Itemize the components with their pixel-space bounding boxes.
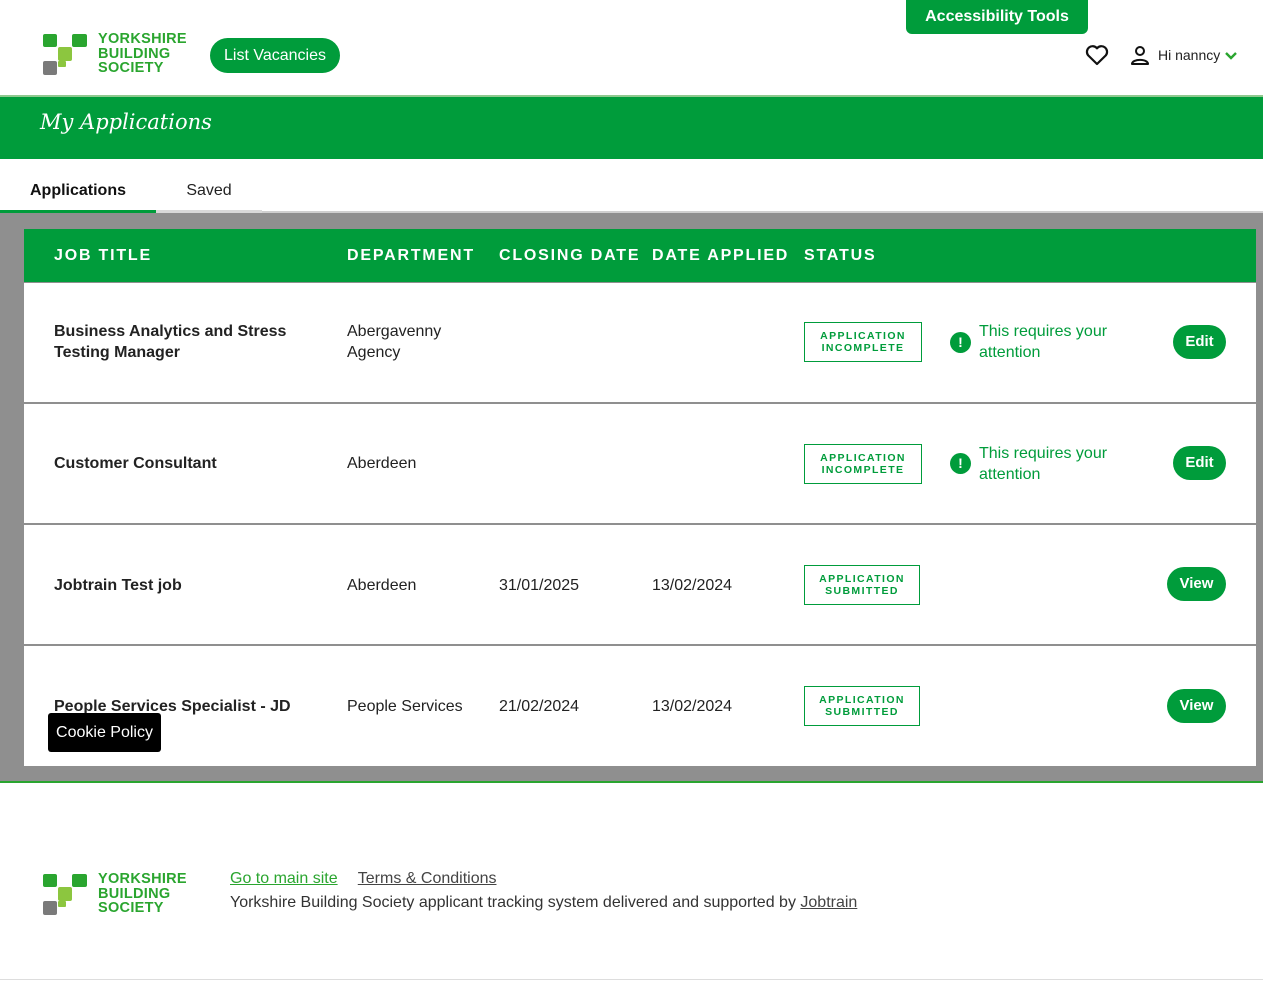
- job-title[interactable]: Business Analytics and Stress Testing Ma…: [54, 321, 314, 363]
- logo-line: SOCIETY: [98, 900, 164, 916]
- page-banner: My Applications: [0, 95, 1263, 159]
- closing-date: 31/01/2025: [499, 577, 580, 594]
- heart-icon[interactable]: [1085, 44, 1109, 66]
- view-button[interactable]: View: [1167, 567, 1226, 601]
- status-line: SUBMITTED: [825, 706, 899, 718]
- attention-line: attention: [979, 466, 1041, 483]
- date-applied: 13/02/2024: [652, 577, 733, 594]
- user-greeting: Hi nanncy: [1158, 47, 1221, 63]
- status-line: APPLICATION: [819, 694, 905, 706]
- alert-icon: !: [950, 332, 971, 353]
- attention-line: attention: [979, 344, 1041, 361]
- attention-notice: ! This requires your attention: [950, 443, 1129, 485]
- tab-applications[interactable]: Applications: [0, 159, 156, 213]
- footer-divider: [0, 781, 1263, 783]
- table-row: Customer Consultant Aberdeen APPLICATION…: [24, 404, 1256, 523]
- job-title[interactable]: Customer Consultant: [54, 453, 314, 474]
- status-badge: APPLICATION INCOMPLETE: [804, 322, 922, 362]
- status-badge: APPLICATION SUBMITTED: [804, 686, 920, 726]
- list-vacancies-button[interactable]: List Vacancies: [210, 38, 340, 73]
- department: Abergavenny Agency: [347, 321, 441, 363]
- bottom-divider: [0, 979, 1263, 980]
- logo-line: BUILDING: [98, 45, 171, 62]
- attention-line: This requires your: [979, 445, 1108, 462]
- attention-text: This requires your attention: [979, 321, 1129, 363]
- column-header-date-applied: DATE APPLIED: [652, 247, 790, 264]
- status-line: APPLICATION: [819, 573, 905, 585]
- logo[interactable]: YORKSHIRE BUILDING SOCIETY: [43, 32, 193, 78]
- footer-links: Go to main site Terms & Conditions: [230, 870, 512, 888]
- footer-text-prefix: Yorkshire Building Society applicant tra…: [230, 894, 801, 911]
- table-row: People Services Specialist - JD People S…: [24, 646, 1256, 766]
- logo-line: BUILDING: [98, 885, 171, 902]
- go-to-main-site-link[interactable]: Go to main site: [230, 870, 338, 887]
- tab-bar: Applications Saved: [0, 159, 1263, 213]
- site-header: YORKSHIRE BUILDING SOCIETY List Vacancie…: [0, 0, 1263, 96]
- department: People Services: [347, 698, 463, 715]
- column-header-job-title: JOB TITLE: [54, 247, 152, 264]
- status-badge: APPLICATION SUBMITTED: [804, 565, 920, 605]
- column-header-department: DEPARTMENT: [347, 247, 475, 264]
- logo-text: YORKSHIRE BUILDING SOCIETY: [98, 872, 187, 916]
- job-title-line: Business Analytics and Stress: [54, 323, 287, 340]
- table-header: JOB TITLE DEPARTMENT CLOSING DATE DATE A…: [24, 229, 1256, 282]
- logo-mark-icon: [43, 34, 87, 75]
- user-menu[interactable]: Hi nanncy: [1130, 44, 1238, 66]
- footer-logo[interactable]: YORKSHIRE BUILDING SOCIETY: [43, 872, 193, 918]
- job-title[interactable]: Jobtrain Test job: [54, 575, 314, 596]
- department: Aberdeen: [347, 455, 417, 472]
- applications-table: JOB TITLE DEPARTMENT CLOSING DATE DATE A…: [0, 213, 1263, 781]
- department-line: Agency: [347, 344, 401, 361]
- footer-text: Yorkshire Building Society applicant tra…: [230, 894, 857, 912]
- logo-line: SOCIETY: [98, 60, 164, 76]
- closing-date: 21/02/2024: [499, 698, 580, 715]
- user-icon: [1131, 46, 1149, 65]
- logo-mark-icon: [43, 874, 87, 915]
- chevron-down-icon: [1225, 52, 1238, 60]
- terms-link[interactable]: Terms & Conditions: [358, 870, 497, 887]
- column-header-status: STATUS: [804, 247, 877, 264]
- page-title: My Applications: [40, 110, 212, 134]
- table-row: Jobtrain Test job Aberdeen 31/01/2025 13…: [24, 525, 1256, 644]
- department: Aberdeen: [347, 577, 417, 594]
- department-line: Abergavenny: [347, 323, 442, 340]
- status-line: APPLICATION: [820, 452, 906, 464]
- accessibility-tools-button[interactable]: Accessibility Tools: [906, 0, 1088, 34]
- job-title-line: Testing Manager: [54, 344, 180, 361]
- date-applied: 13/02/2024: [652, 698, 733, 715]
- attention-line: This requires your: [979, 323, 1108, 340]
- tab-saved[interactable]: Saved: [156, 159, 262, 213]
- logo-line: YORKSHIRE: [98, 871, 187, 887]
- edit-button[interactable]: Edit: [1173, 325, 1226, 359]
- status-line: APPLICATION: [820, 330, 906, 342]
- column-header-closing-date: CLOSING DATE: [499, 247, 641, 264]
- logo-line: YORKSHIRE: [98, 31, 187, 47]
- view-button[interactable]: View: [1167, 689, 1226, 723]
- table-row: Business Analytics and Stress Testing Ma…: [24, 283, 1256, 402]
- alert-icon: !: [950, 453, 971, 474]
- edit-button[interactable]: Edit: [1173, 446, 1226, 480]
- status-line: INCOMPLETE: [821, 464, 905, 476]
- logo-text: YORKSHIRE BUILDING SOCIETY: [98, 32, 187, 76]
- status-line: SUBMITTED: [825, 585, 899, 597]
- attention-text: This requires your attention: [979, 443, 1129, 485]
- page: YORKSHIRE BUILDING SOCIETY List Vacancie…: [0, 0, 1263, 981]
- jobtrain-link[interactable]: Jobtrain: [800, 894, 857, 911]
- status-line: INCOMPLETE: [821, 342, 905, 354]
- cookie-policy-button[interactable]: Cookie Policy: [48, 713, 161, 752]
- attention-notice: ! This requires your attention: [950, 321, 1129, 363]
- status-badge: APPLICATION INCOMPLETE: [804, 444, 922, 484]
